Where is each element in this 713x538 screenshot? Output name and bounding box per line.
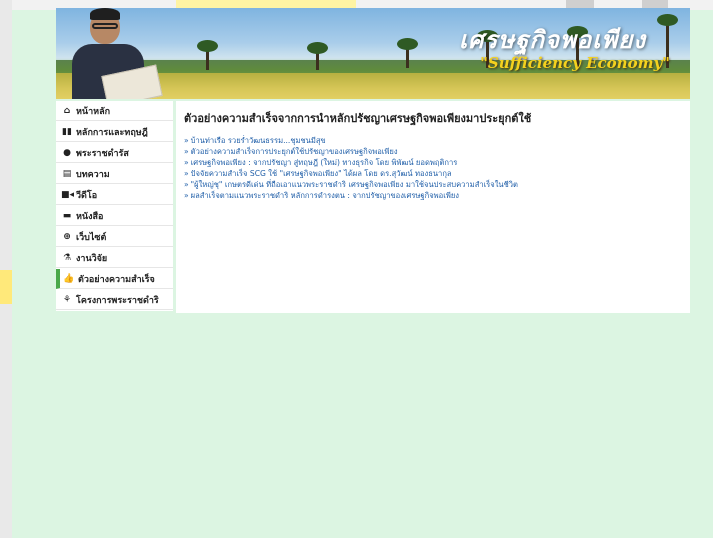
sidebar-item-label: บทความ xyxy=(76,169,110,180)
bullet-icon: » xyxy=(184,169,189,178)
list-item: » "ผู้ใหญ่ชุ" เกษตรดีเด่น ที่ถือเอาแนวพระ… xyxy=(184,179,682,190)
sidebar-item-label: หนังสือ xyxy=(76,211,104,222)
sidebar-item-label: พระราชดำรัส xyxy=(76,148,129,159)
bullet-icon: » xyxy=(184,180,189,189)
main-content: ตัวอย่างความสำเร็จจากการนำหลักปรัชญาเศรษ… xyxy=(176,101,690,313)
sidebar-item-principles[interactable]: ▮▮ หลักการและทฤษฎี xyxy=(56,122,173,142)
story-link[interactable]: เศรษฐกิจพอเพียง : จากปรัชญา สู่ทฤษฎี (ให… xyxy=(191,158,458,167)
palm-tree-icon xyxy=(397,38,418,68)
story-link[interactable]: บ้านท่าเรือ รวยร่ำวัฒนธรรม...ชุมชนมีสุข xyxy=(191,136,326,145)
story-link[interactable]: ตัวอย่างความสำเร็จการประยุกต์ใช้ปรัชญาขอ… xyxy=(191,147,398,156)
page-title: ตัวอย่างความสำเร็จจากการนำหลักปรัชญาเศรษ… xyxy=(184,112,532,125)
portrait-hair xyxy=(90,8,120,20)
sidebar-item-royal-speeches[interactable]: ● พระราชดำรัส xyxy=(56,143,173,163)
list-item: » บ้านท่าเรือ รวยร่ำวัฒนธรรม...ชุมชนมีสุข xyxy=(184,135,682,146)
document-icon: ▤ xyxy=(62,168,72,179)
sidebar-item-label: เว็บไซต์ xyxy=(76,232,107,243)
palm-tree-icon xyxy=(307,42,328,70)
sidebar-item-articles[interactable]: ▤ บทความ xyxy=(56,164,173,184)
sidebar-item-research[interactable]: ⚗ งานวิจัย xyxy=(56,248,173,268)
home-icon: ⌂ xyxy=(63,105,71,116)
banner-subtitle: "Sufficiency Economy" xyxy=(480,54,670,72)
banner-portrait xyxy=(60,8,163,99)
story-link[interactable]: ผลสำเร็จตามแนวพระราชดำริ หลักการดำรงตน :… xyxy=(191,191,459,200)
book-icon: ▮▮ xyxy=(62,126,72,137)
list-item: » ตัวอย่างความสำเร็จการประยุกต์ใช้ปรัชญาข… xyxy=(184,146,682,157)
speech-bubble-icon: ● xyxy=(63,147,71,158)
list-item: » ผลสำเร็จตามแนวพระราชดำริ หลักการดำรงตน … xyxy=(184,190,682,201)
success-stories-list: » บ้านท่าเรือ รวยร่ำวัฒนธรรม...ชุมชนมีสุข… xyxy=(184,135,682,201)
sidebar-item-label: โครงการพระราชดำริ xyxy=(76,295,159,306)
story-link[interactable]: "ผู้ใหญ่ชุ" เกษตรดีเด่น ที่ถือเอาแนวพระร… xyxy=(191,180,518,189)
sidebar-item-home[interactable]: ⌂ หน้าหลัก xyxy=(56,101,173,121)
sidebar-item-books[interactable]: ▬ หนังสือ xyxy=(56,206,173,226)
sidebar-nav: ⌂ หน้าหลัก ▮▮ หลักการและทฤษฎี ● พระราชดำ… xyxy=(56,101,173,311)
sidebar-item-label: หลักการและทฤษฎี xyxy=(76,127,148,138)
decorative-left-stripe xyxy=(0,0,12,538)
sidebar-item-videos[interactable]: ■◂ วีดีโอ xyxy=(56,185,173,205)
bullet-icon: » xyxy=(184,158,189,167)
flask-icon: ⚗ xyxy=(62,252,72,263)
sidebar-item-label: ตัวอย่างความสำเร็จ xyxy=(78,274,155,285)
sidebar-item-label: วีดีโอ xyxy=(76,190,98,201)
video-icon: ■◂ xyxy=(61,189,75,200)
sidebar-item-success-stories[interactable]: 👍 ตัวอย่างความสำเร็จ xyxy=(56,269,173,289)
palm-tree-icon xyxy=(197,40,218,70)
sidebar-item-label: งานวิจัย xyxy=(76,253,108,264)
bullet-icon: » xyxy=(184,191,189,200)
list-item: » เศรษฐกิจพอเพียง : จากปรัชญา สู่ทฤษฎี (ใ… xyxy=(184,157,682,168)
decorative-yellow-mark xyxy=(0,270,12,304)
bullet-icon: » xyxy=(184,147,189,156)
list-item: » ปัจจัยความสำเร็จ SCG ใช้ "เศรษฐกิจพอเพี… xyxy=(184,168,682,179)
sidebar-item-websites[interactable]: ⊕ เว็บไซต์ xyxy=(56,227,173,247)
handshake-icon: ⚘ xyxy=(62,294,72,305)
globe-icon: ⊕ xyxy=(63,231,71,242)
site-banner[interactable]: เศรษฐกิจพอเพียง "Sufficiency Economy" xyxy=(56,8,690,99)
book-closed-icon: ▬ xyxy=(62,210,72,221)
sidebar-item-royal-projects[interactable]: ⚘ โครงการพระราชดำริ xyxy=(56,290,173,310)
portrait-glasses xyxy=(92,23,118,29)
thumbs-up-icon: 👍 xyxy=(63,273,75,284)
bullet-icon: » xyxy=(184,136,189,145)
story-link[interactable]: ปัจจัยความสำเร็จ SCG ใช้ "เศรษฐกิจพอเพีย… xyxy=(191,169,452,178)
sidebar-item-label: หน้าหลัก xyxy=(76,106,111,117)
